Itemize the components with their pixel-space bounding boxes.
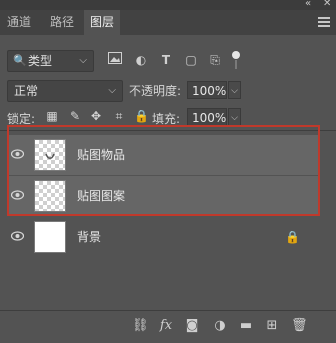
group-icon[interactable]: ▬ bbox=[238, 318, 254, 334]
adjustment-filter-icon[interactable]: ◐ bbox=[133, 51, 149, 69]
filter-toggle[interactable] bbox=[231, 51, 241, 69]
lock-icon: 🔒 bbox=[285, 230, 300, 244]
chevron-down-icon: ⌵ bbox=[108, 85, 116, 96]
delete-icon[interactable]: 🗑 bbox=[291, 318, 308, 334]
layer-name[interactable]: 贴图图案 bbox=[77, 176, 125, 216]
lock-all-icon[interactable]: 🔒 bbox=[134, 109, 149, 123]
blend-mode-value: 正常 bbox=[14, 84, 39, 98]
close-panel-icon[interactable]: ✕ bbox=[323, 0, 331, 9]
panel-title-strip: « ✕ bbox=[0, 0, 336, 10]
layer-thumbnail bbox=[34, 221, 66, 253]
mask-icon[interactable]: ◙ bbox=[184, 318, 200, 334]
panel-tabs: 通道 路径 图层 bbox=[0, 10, 336, 35]
visibility-eye-icon[interactable] bbox=[11, 231, 24, 241]
lock-transparent-pixels-icon[interactable]: ▦ bbox=[45, 109, 59, 123]
layer-row[interactable]: 贴图图案 bbox=[7, 176, 320, 216]
smart-object-filter-icon[interactable]: ⎘ bbox=[207, 51, 223, 69]
image-filter-icon[interactable] bbox=[107, 51, 123, 69]
lock-image-pixels-icon[interactable]: ✎ bbox=[68, 109, 82, 123]
link-layers-icon[interactable]: ⛓ bbox=[132, 318, 149, 334]
adjustment-icon[interactable]: ◑ bbox=[212, 318, 228, 334]
tab-channels[interactable]: 通道 bbox=[0, 10, 38, 35]
tab-paths[interactable]: 路径 bbox=[44, 10, 80, 35]
shape-filter-icon[interactable]: ▢ bbox=[183, 51, 199, 69]
visibility-eye-icon[interactable] bbox=[11, 149, 24, 159]
layer-thumbnail bbox=[34, 180, 66, 212]
tab-layers[interactable]: 图层 bbox=[84, 10, 120, 35]
opacity-input[interactable]: 100% bbox=[187, 81, 227, 99]
layer-name[interactable]: 背景 bbox=[77, 217, 101, 257]
new-layer-icon[interactable]: ⊞ bbox=[264, 318, 280, 334]
layer-row[interactable]: 贴图物品 bbox=[7, 135, 320, 175]
chevron-down-icon: ⌵ bbox=[79, 55, 87, 66]
type-filter-icon[interactable]: T bbox=[158, 51, 174, 69]
layer-row[interactable]: 背景 🔒 bbox=[7, 217, 320, 257]
search-icon: 🔍 bbox=[13, 54, 27, 67]
layer-thumbnail bbox=[34, 139, 66, 171]
fill-input[interactable]: 100% bbox=[187, 108, 227, 126]
opacity-label: 不透明度: bbox=[129, 84, 182, 98]
lock-artboard-icon[interactable]: ⌗ bbox=[112, 109, 126, 123]
layer-name[interactable]: 贴图物品 bbox=[77, 135, 125, 175]
visibility-eye-icon[interactable] bbox=[11, 190, 24, 200]
layers-bottom-bar: ⛓ fx ◙ ◑ ▬ ⊞ 🗑 bbox=[0, 310, 336, 343]
filter-kind-label: 类型 bbox=[28, 54, 53, 68]
fill-label: 填充: bbox=[152, 112, 181, 126]
lock-position-icon[interactable]: ✥ bbox=[89, 109, 103, 123]
divider bbox=[0, 130, 336, 131]
layer-filter-select[interactable]: 🔍 类型 ⌵ bbox=[7, 50, 94, 72]
lock-label: 锁定: bbox=[7, 112, 36, 126]
opacity-dropdown-button[interactable]: ⌵ bbox=[228, 81, 241, 99]
collapse-panel-icon[interactable]: « bbox=[305, 0, 311, 9]
panel-menu-icon[interactable] bbox=[318, 17, 330, 27]
fx-icon[interactable]: fx bbox=[158, 318, 174, 334]
blend-mode-select[interactable]: 正常 ⌵ bbox=[7, 80, 123, 102]
fill-dropdown-button[interactable]: ⌵ bbox=[228, 108, 241, 126]
